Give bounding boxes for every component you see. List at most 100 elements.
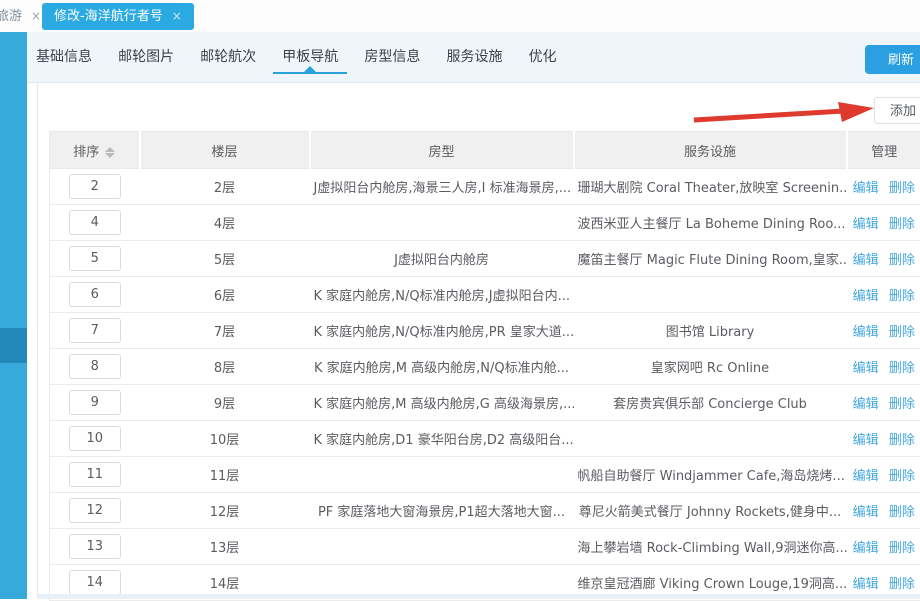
sort-order-input[interactable] <box>69 210 121 235</box>
floor-cell: 8层 <box>140 349 310 385</box>
add-button[interactable]: 添加 <box>874 97 920 124</box>
sort-cell <box>50 493 140 529</box>
delete-link[interactable]: 删除 <box>889 577 915 592</box>
window-tab-label: 旅游 <box>0 9 22 24</box>
manage-cell: 编辑 删除 <box>847 313 920 349</box>
roomtypes-cell: J虚拟阳台内舱房 <box>310 241 574 277</box>
window-tab-previous[interactable]: 旅游 × <box>0 3 41 30</box>
manage-cell: 编辑 删除 <box>847 385 920 421</box>
sort-order-input[interactable] <box>69 318 121 343</box>
edit-link[interactable]: 编辑 <box>853 325 879 340</box>
delete-link[interactable]: 删除 <box>889 325 915 340</box>
roomtypes-cell: K 家庭内舱房,D1 豪华阳台房,D2 高级阳台... <box>310 421 574 457</box>
floor-cell: 10层 <box>140 421 310 457</box>
table-header: 排序 楼层 房型 服务设施 管理 <box>50 132 920 169</box>
column-sort[interactable]: 排序 <box>50 132 140 169</box>
sort-cell <box>50 277 140 313</box>
window-tab-edit-ship[interactable]: 修改-海洋航行者号 × <box>42 3 194 30</box>
delete-link[interactable]: 删除 <box>889 289 915 304</box>
column-services: 服务设施 <box>574 132 847 169</box>
manage-cell: 编辑 删除 <box>847 493 920 529</box>
services-cell <box>574 277 847 313</box>
edit-link[interactable]: 编辑 <box>853 361 879 376</box>
tab-cruise-voyages[interactable]: 邮轮航次 <box>200 32 256 82</box>
table-row: 12层 PF 家庭落地大窗海景房,P1超大落地大窗... 尊尼火箭美式餐厅 Jo… <box>50 493 920 529</box>
roomtypes-cell: K 家庭内舱房,M 高级内舱房,N/Q标准内舱... <box>310 349 574 385</box>
delete-link[interactable]: 删除 <box>889 469 915 484</box>
tab-deck-navigation[interactable]: 甲板导航 <box>282 32 338 82</box>
content-card: 添加 排序 楼层 房型 服务设施 管理 2层 J <box>37 83 920 599</box>
sort-order-input[interactable] <box>69 534 121 559</box>
services-cell: 图书馆 Library <box>574 313 847 349</box>
sort-cell <box>50 349 140 385</box>
close-icon[interactable]: × <box>172 9 182 23</box>
sort-order-input[interactable] <box>69 174 121 199</box>
manage-cell: 编辑 删除 <box>847 241 920 277</box>
window-tab-label: 修改-海洋航行者号 <box>54 9 163 24</box>
edit-link[interactable]: 编辑 <box>853 505 879 520</box>
manage-cell: 编辑 删除 <box>847 205 920 241</box>
sort-cell <box>50 457 140 493</box>
table-body: 2层 J虚拟阳台内舱房,海景三人房,I 标准海景房,... 珊瑚大剧院 Cora… <box>50 169 920 601</box>
edit-link[interactable]: 编辑 <box>853 577 879 592</box>
edit-link[interactable]: 编辑 <box>853 397 879 412</box>
table-row: 6层 K 家庭内舱房,N/Q标准内舱房,J虚拟阳台内... 编辑 删除 <box>50 277 920 313</box>
floor-cell: 13层 <box>140 529 310 565</box>
edit-link[interactable]: 编辑 <box>853 289 879 304</box>
edit-link[interactable]: 编辑 <box>853 433 879 448</box>
sort-order-input[interactable] <box>69 426 121 451</box>
sidebar-active-item[interactable] <box>0 328 27 363</box>
horizontal-scrollbar[interactable] <box>38 594 920 599</box>
sort-order-input[interactable] <box>69 354 121 379</box>
floor-cell: 7层 <box>140 313 310 349</box>
delete-link[interactable]: 删除 <box>889 505 915 520</box>
roomtypes-cell: K 家庭内舱房,M 高级内舱房,G 高级海景房,... <box>310 385 574 421</box>
edit-link[interactable]: 编辑 <box>853 469 879 484</box>
main-area: 基础信息 邮轮图片 邮轮航次 甲板导航 房型信息 服务设施 优化 刷新 添加 排… <box>27 32 920 599</box>
section-tab-bar: 基础信息 邮轮图片 邮轮航次 甲板导航 房型信息 服务设施 优化 刷新 <box>27 32 920 83</box>
refresh-button[interactable]: 刷新 <box>865 45 920 74</box>
sort-cell <box>50 421 140 457</box>
delete-link[interactable]: 删除 <box>889 217 915 232</box>
sort-order-input[interactable] <box>69 390 121 415</box>
delete-link[interactable]: 删除 <box>889 397 915 412</box>
services-cell: 珊瑚大剧院 Coral Theater,放映室 Screenin... <box>574 169 847 205</box>
tab-basic-info[interactable]: 基础信息 <box>36 32 92 82</box>
deck-navigation-admin-page: { "window": { "tabs": [ { "label": "旅游",… <box>0 0 920 599</box>
delete-link[interactable]: 删除 <box>889 433 915 448</box>
floor-cell: 4层 <box>140 205 310 241</box>
floor-cell: 9层 <box>140 385 310 421</box>
sort-order-input[interactable] <box>69 246 121 271</box>
sort-order-input[interactable] <box>69 570 121 595</box>
services-cell <box>574 421 847 457</box>
floor-cell: 2层 <box>140 169 310 205</box>
sort-order-input[interactable] <box>69 498 121 523</box>
edit-link[interactable]: 编辑 <box>853 541 879 556</box>
manage-cell: 编辑 删除 <box>847 169 920 205</box>
services-cell: 波西米亚人主餐厅 La Boheme Dining Roo... <box>574 205 847 241</box>
collapsed-sidebar[interactable] <box>0 32 27 599</box>
tab-room-types[interactable]: 房型信息 <box>364 32 420 82</box>
edit-link[interactable]: 编辑 <box>853 181 879 196</box>
services-cell: 皇家网吧 Rc Online <box>574 349 847 385</box>
table-row: 4层 波西米亚人主餐厅 La Boheme Dining Roo... 编辑 删… <box>50 205 920 241</box>
edit-link[interactable]: 编辑 <box>853 253 879 268</box>
delete-link[interactable]: 删除 <box>889 361 915 376</box>
delete-link[interactable]: 删除 <box>889 541 915 556</box>
sort-cell <box>50 529 140 565</box>
delete-link[interactable]: 删除 <box>889 181 915 196</box>
sort-caret-icon[interactable] <box>105 146 115 159</box>
close-icon[interactable]: × <box>31 9 41 23</box>
tab-cruise-images[interactable]: 邮轮图片 <box>118 32 174 82</box>
table-row: 5层 J虚拟阳台内舱房 魔笛主餐厅 Magic Flute Dining Roo… <box>50 241 920 277</box>
tab-facilities[interactable]: 服务设施 <box>446 32 502 82</box>
table-row: 2层 J虚拟阳台内舱房,海景三人房,I 标准海景房,... 珊瑚大剧院 Cora… <box>50 169 920 205</box>
delete-link[interactable]: 删除 <box>889 253 915 268</box>
roomtypes-cell: PF 家庭落地大窗海景房,P1超大落地大窗... <box>310 493 574 529</box>
manage-cell: 编辑 删除 <box>847 349 920 385</box>
tab-optimize[interactable]: 优化 <box>529 32 557 82</box>
sort-order-input[interactable] <box>69 462 121 487</box>
edit-link[interactable]: 编辑 <box>853 217 879 232</box>
sort-order-input[interactable] <box>69 282 121 307</box>
table-row: 11层 帆船自助餐厅 Windjammer Cafe,海岛烧烤... 编辑 删除 <box>50 457 920 493</box>
